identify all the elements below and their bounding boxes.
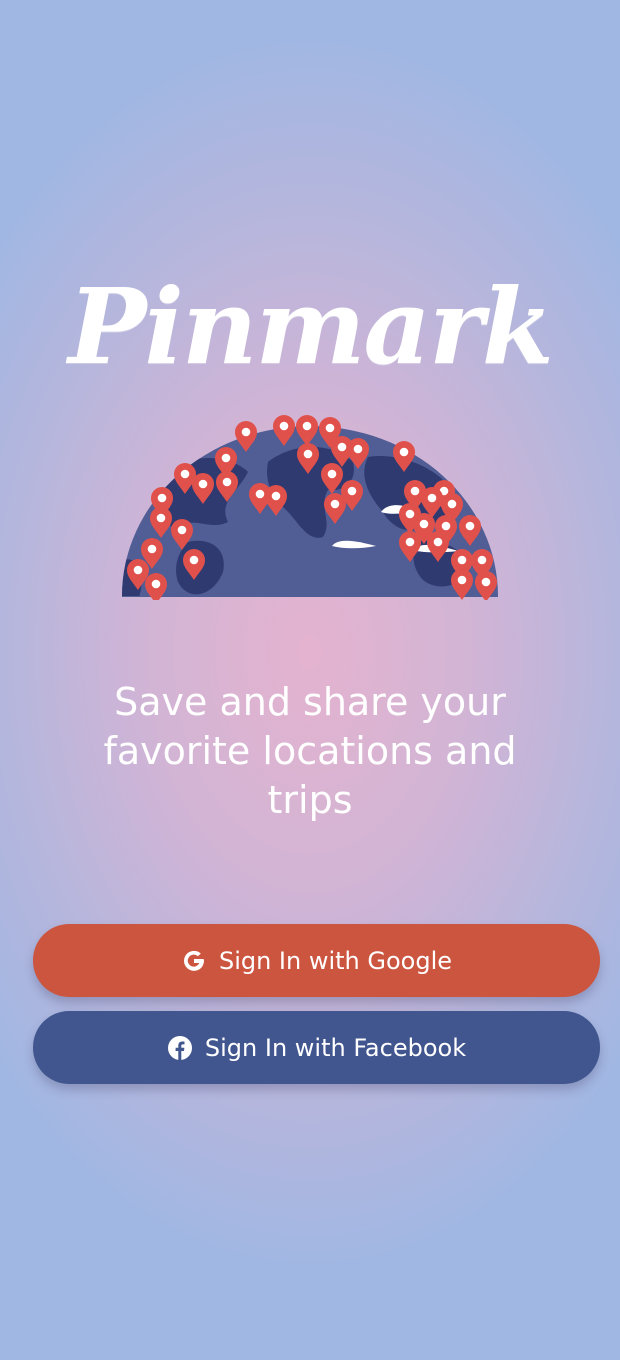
facebook-sign-in-button[interactable]: Sign In with Facebook [33,1011,600,1084]
facebook-f-icon [167,1035,193,1061]
google-g-icon [181,948,207,974]
google-sign-in-label: Sign In with Google [218,946,453,975]
google-sign-in-button[interactable]: Sign In with Google [33,924,600,997]
login-screen: Pinmark Save and share your favorite loc… [0,0,620,1360]
facebook-sign-in-label: Sign In with Facebook [204,1033,467,1062]
globe-illustration [122,415,498,600]
app-logo: Pinmark [68,265,554,388]
app-tagline: Save and share your favorite locations a… [103,680,517,822]
